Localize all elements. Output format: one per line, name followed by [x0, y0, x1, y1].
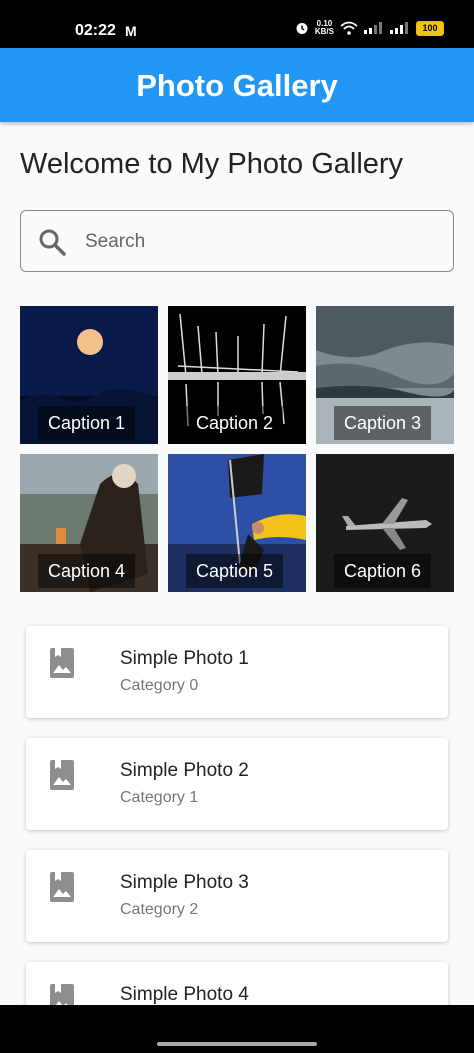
- photo-list-item-3[interactable]: Simple Photo 3 Category 2: [26, 850, 448, 942]
- app-bar: Photo Gallery: [0, 48, 474, 122]
- search-input[interactable]: [83, 225, 437, 259]
- gallery-tile-1[interactable]: Caption 1: [20, 306, 158, 444]
- network-speed-unit: KB/S: [314, 27, 334, 36]
- list-clip: Simple Photo 4: [0, 954, 474, 1005]
- photo-title: Simple Photo 3: [120, 872, 249, 893]
- alarm-icon: [296, 23, 308, 34]
- wifi-icon: [340, 21, 358, 35]
- status-time: 02:22: [75, 22, 116, 39]
- photo-category: Category 0: [120, 677, 199, 694]
- status-bar: 02:22 M 0.10 KB/S 100: [0, 0, 474, 48]
- photo-category: Category 1: [120, 789, 199, 806]
- photo-list-item-4[interactable]: Simple Photo 4: [26, 962, 448, 1005]
- welcome-heading: Welcome to My Photo Gallery: [20, 148, 404, 180]
- gallery-caption: Caption 5: [186, 554, 284, 588]
- gallery-tile-6[interactable]: Caption 6: [316, 454, 454, 592]
- gallery-tile-2[interactable]: Caption 2: [168, 306, 306, 444]
- gallery-caption: Caption 4: [38, 554, 136, 588]
- gallery-tile-3[interactable]: Caption 3: [316, 306, 454, 444]
- status-icons: 0.10 KB/S 100: [295, 20, 444, 36]
- photo-album-icon: [50, 760, 74, 790]
- gallery-caption: Caption 2: [186, 406, 284, 440]
- gallery-tile-4[interactable]: Caption 4: [20, 454, 158, 592]
- gmail-icon: M: [125, 23, 137, 39]
- photo-album-icon: [50, 648, 74, 678]
- search-field[interactable]: [20, 210, 454, 272]
- app-title: Photo Gallery: [136, 68, 338, 103]
- signal-icon: [364, 22, 382, 34]
- search-icon: [39, 229, 66, 256]
- signal-icon-2: [390, 22, 408, 34]
- gallery-tile-5[interactable]: Caption 5: [168, 454, 306, 592]
- system-nav-bar: [0, 1005, 474, 1053]
- photo-title: Simple Photo 4: [120, 984, 249, 1005]
- photo-list-item-2[interactable]: Simple Photo 2 Category 1: [26, 738, 448, 830]
- photo-title: Simple Photo 2: [120, 760, 249, 781]
- photo-album-icon: [50, 872, 74, 902]
- home-gesture-handle[interactable]: [157, 1042, 317, 1046]
- photo-list-item-1[interactable]: Simple Photo 1 Category 0: [26, 626, 448, 718]
- gallery-caption: Caption 3: [334, 406, 432, 440]
- photo-grid: Caption 1 Caption 2 Caption 3 Caption 4 …: [20, 306, 454, 593]
- network-speed: 0.10 KB/S: [315, 20, 334, 36]
- photo-title: Simple Photo 1: [120, 648, 249, 669]
- photo-category: Category 2: [120, 901, 199, 918]
- photo-album-icon: [50, 984, 74, 1005]
- gallery-caption: Caption 1: [38, 406, 136, 440]
- gallery-caption: Caption 6: [334, 554, 432, 588]
- battery-icon: 100: [416, 20, 444, 36]
